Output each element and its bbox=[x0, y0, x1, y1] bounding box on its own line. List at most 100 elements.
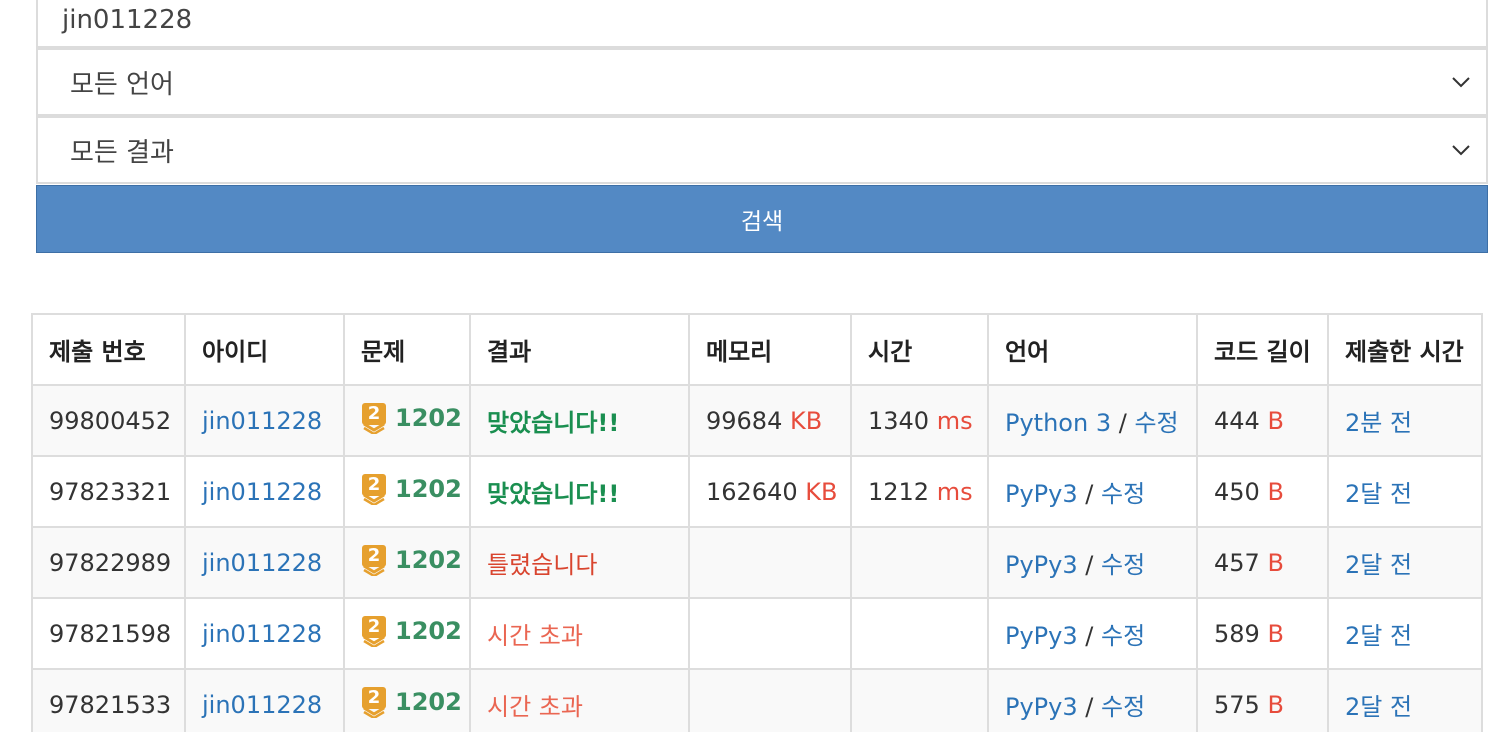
language-link[interactable]: PyPy3 bbox=[1005, 480, 1078, 508]
header-problem: 문제 bbox=[343, 313, 471, 386]
tier-badge-icon: 2 bbox=[361, 473, 387, 506]
table-row: 97823321 jin011228 2 1202 맞았습니다!! 162640 KB 12… bbox=[31, 455, 1483, 528]
table-row: 97821598 jin011228 2 1202 시간 초과 PyPy3 / 수정 58… bbox=[31, 597, 1483, 670]
user-id-input[interactable]: jin011228 bbox=[36, 0, 1488, 48]
problem-link[interactable]: 2 1202 bbox=[361, 686, 462, 719]
separator: / bbox=[1085, 551, 1094, 579]
problem-link[interactable]: 2 1202 bbox=[361, 544, 462, 577]
result-text: 맞았습니다!! bbox=[487, 409, 620, 437]
result-text: 시간 초과 bbox=[487, 622, 583, 650]
header-result: 결과 bbox=[469, 313, 690, 386]
submitted-time-link[interactable]: 2달 전 bbox=[1345, 693, 1412, 721]
memory-value: 162640 bbox=[706, 477, 798, 506]
user-id-link[interactable]: jin011228 bbox=[202, 620, 322, 648]
language-link[interactable]: PyPy3 bbox=[1005, 551, 1078, 579]
time-unit: ms bbox=[936, 477, 973, 506]
memory-cell: 162640 KB bbox=[688, 455, 852, 528]
tier-level: 2 bbox=[367, 616, 381, 637]
user-id-link[interactable]: jin011228 bbox=[202, 407, 322, 435]
code-length-value: 450 bbox=[1214, 477, 1260, 506]
problem-number: 1202 bbox=[395, 687, 462, 716]
header-language: 언어 bbox=[987, 313, 1198, 386]
header-submitted-time: 제출한 시간 bbox=[1327, 313, 1483, 386]
memory-value: 99684 bbox=[706, 406, 783, 435]
table-header-row: 제출 번호 아이디 문제 결과 메모리 시간 언어 코드 길이 제출한 시간 bbox=[31, 313, 1483, 386]
language-select[interactable]: 모든 언어 bbox=[36, 48, 1488, 116]
header-user-id: 아이디 bbox=[184, 313, 345, 386]
code-length-value: 444 bbox=[1214, 406, 1260, 435]
chevron-down-icon bbox=[1450, 71, 1472, 93]
problem-number: 1202 bbox=[395, 474, 462, 503]
result-text: 시간 초과 bbox=[487, 693, 583, 721]
submitted-time-link[interactable]: 2달 전 bbox=[1345, 551, 1412, 579]
problem-number: 1202 bbox=[395, 403, 462, 432]
code-length-cell: 450 B bbox=[1196, 455, 1329, 528]
time-cell bbox=[850, 597, 989, 670]
result-select-value: 모든 결과 bbox=[70, 137, 174, 168]
memory-cell bbox=[688, 668, 852, 732]
separator: / bbox=[1085, 693, 1094, 721]
submitted-time-link[interactable]: 2달 전 bbox=[1345, 622, 1412, 650]
user-id-link[interactable]: jin011228 bbox=[202, 691, 322, 719]
user-id-link[interactable]: jin011228 bbox=[202, 478, 322, 506]
code-length-cell: 444 B bbox=[1196, 384, 1329, 457]
time-value: 1212 bbox=[868, 477, 930, 506]
code-length-value: 589 bbox=[1214, 619, 1260, 648]
submitted-time-link[interactable]: 2분 전 bbox=[1345, 409, 1412, 437]
tier-level: 2 bbox=[367, 545, 381, 566]
language-link[interactable]: PyPy3 bbox=[1005, 693, 1078, 721]
time-unit: ms bbox=[936, 406, 973, 435]
submission-status-table: 제출 번호 아이디 문제 결과 메모리 시간 언어 코드 길이 제출한 시간 9… bbox=[31, 313, 1483, 732]
header-time: 시간 bbox=[850, 313, 989, 386]
edit-link[interactable]: 수정 bbox=[1134, 409, 1178, 437]
code-length-unit: B bbox=[1267, 477, 1284, 506]
code-length-cell: 575 B bbox=[1196, 668, 1329, 732]
table-row: 97821533 jin011228 2 1202 시간 초과 PyPy3 / 수정 57… bbox=[31, 668, 1483, 732]
memory-cell bbox=[688, 597, 852, 670]
table-row: 99800452 jin011228 2 1202 맞았습니다!! 99684 KB 134… bbox=[31, 384, 1483, 457]
tier-badge-icon: 2 bbox=[361, 402, 387, 435]
language-select-value: 모든 언어 bbox=[70, 69, 174, 100]
edit-link[interactable]: 수정 bbox=[1101, 551, 1145, 579]
separator: / bbox=[1085, 480, 1094, 508]
tier-badge-icon: 2 bbox=[361, 686, 387, 719]
memory-cell: 99684 KB bbox=[688, 384, 852, 457]
time-value: 1340 bbox=[868, 406, 930, 435]
result-text: 틀렸습니다 bbox=[487, 551, 598, 579]
time-cell: 1212 ms bbox=[850, 455, 989, 528]
table-row: 97822989 jin011228 2 1202 틀렸습니다 PyPy3 / 수정 45… bbox=[31, 526, 1483, 599]
code-length-cell: 589 B bbox=[1196, 597, 1329, 670]
edit-link[interactable]: 수정 bbox=[1101, 480, 1145, 508]
language-link[interactable]: Python 3 bbox=[1005, 409, 1111, 437]
header-memory: 메모리 bbox=[688, 313, 852, 386]
edit-link[interactable]: 수정 bbox=[1101, 622, 1145, 650]
memory-cell bbox=[688, 526, 852, 599]
problem-link[interactable]: 2 1202 bbox=[361, 615, 462, 648]
tier-level: 2 bbox=[367, 474, 381, 495]
result-select[interactable]: 모든 결과 bbox=[36, 116, 1488, 184]
problem-link[interactable]: 2 1202 bbox=[361, 473, 462, 506]
submitted-time-link[interactable]: 2달 전 bbox=[1345, 480, 1412, 508]
tier-level: 2 bbox=[367, 403, 381, 424]
language-link[interactable]: PyPy3 bbox=[1005, 622, 1078, 650]
chevron-down-icon bbox=[1450, 139, 1472, 161]
code-length-value: 457 bbox=[1214, 548, 1260, 577]
time-cell: 1340 ms bbox=[850, 384, 989, 457]
edit-link[interactable]: 수정 bbox=[1101, 693, 1145, 721]
header-submission-id: 제출 번호 bbox=[31, 313, 186, 386]
search-button[interactable]: 검색 bbox=[36, 185, 1488, 253]
problem-link[interactable]: 2 1202 bbox=[361, 402, 462, 435]
tier-badge-icon: 2 bbox=[361, 544, 387, 577]
submission-id: 97821533 bbox=[31, 668, 186, 732]
code-length-value: 575 bbox=[1214, 690, 1260, 719]
problem-number: 1202 bbox=[395, 616, 462, 645]
memory-unit: KB bbox=[805, 477, 838, 506]
submission-id: 97822989 bbox=[31, 526, 186, 599]
submission-id: 97823321 bbox=[31, 455, 186, 528]
code-length-unit: B bbox=[1267, 690, 1284, 719]
separator: / bbox=[1085, 622, 1094, 650]
submission-id: 97821598 bbox=[31, 597, 186, 670]
user-id-link[interactable]: jin011228 bbox=[202, 549, 322, 577]
user-id-value: jin011228 bbox=[62, 5, 193, 35]
code-length-unit: B bbox=[1267, 406, 1284, 435]
